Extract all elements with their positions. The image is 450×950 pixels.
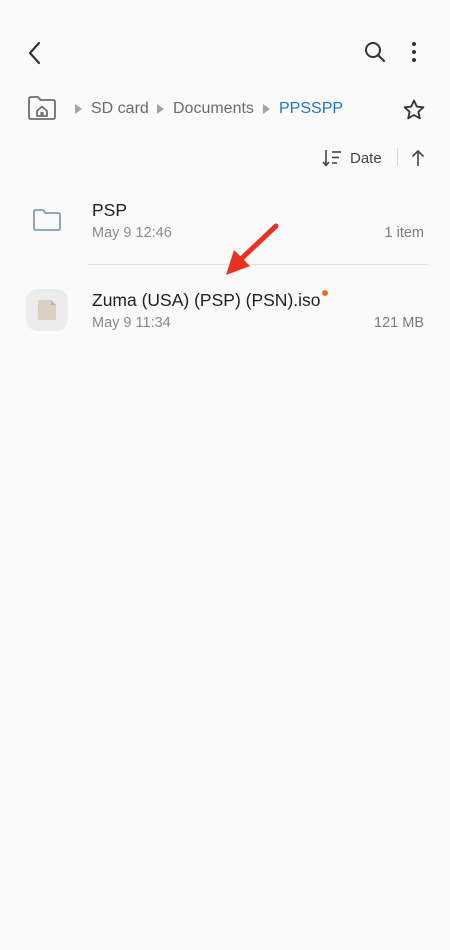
chevron-right-icon — [155, 103, 165, 115]
new-indicator-dot — [322, 290, 328, 296]
search-icon — [365, 42, 386, 63]
folder-icon — [33, 209, 61, 231]
folder-icon-wrapper — [26, 199, 68, 241]
file-date: May 9 12:46 — [92, 225, 172, 241]
favorite-button[interactable] — [400, 96, 428, 124]
chevron-right-icon — [261, 103, 271, 115]
sort-by-button[interactable]: Date — [322, 145, 392, 171]
file-size: 121 MB — [374, 315, 424, 331]
breadcrumb-item-sd-card[interactable]: SD card — [91, 99, 149, 119]
sort-divider — [397, 148, 398, 166]
sort-icon — [322, 150, 341, 167]
more-vert-icon — [412, 42, 416, 62]
breadcrumb-home-button[interactable] — [26, 93, 58, 123]
back-arrow-icon — [28, 41, 41, 65]
red-arrow-annotation — [226, 223, 279, 275]
star-outline-icon — [403, 99, 425, 120]
file-icon — [38, 300, 56, 320]
sort-direction-button[interactable] — [404, 145, 432, 171]
arrow-up-icon — [411, 150, 425, 166]
sort-label: Date — [350, 149, 382, 167]
search-button[interactable] — [360, 36, 390, 68]
home-folder-icon — [28, 96, 56, 120]
file-item-count: 1 item — [384, 225, 425, 241]
file-icon-background — [26, 289, 68, 331]
back-button[interactable] — [18, 36, 52, 70]
chevron-right-icon — [73, 103, 83, 115]
file-date: May 9 11:34 — [92, 315, 171, 331]
more-options-button[interactable] — [400, 36, 428, 68]
file-icon-wrapper — [26, 289, 68, 331]
file-name: PSP — [92, 200, 128, 220]
breadcrumb-item-ppsspp[interactable]: PPSSPP — [279, 99, 343, 119]
file-name: Zuma (USA) (PSP) (PSN).iso — [92, 290, 321, 310]
breadcrumb-item-documents[interactable]: Documents — [173, 99, 254, 119]
